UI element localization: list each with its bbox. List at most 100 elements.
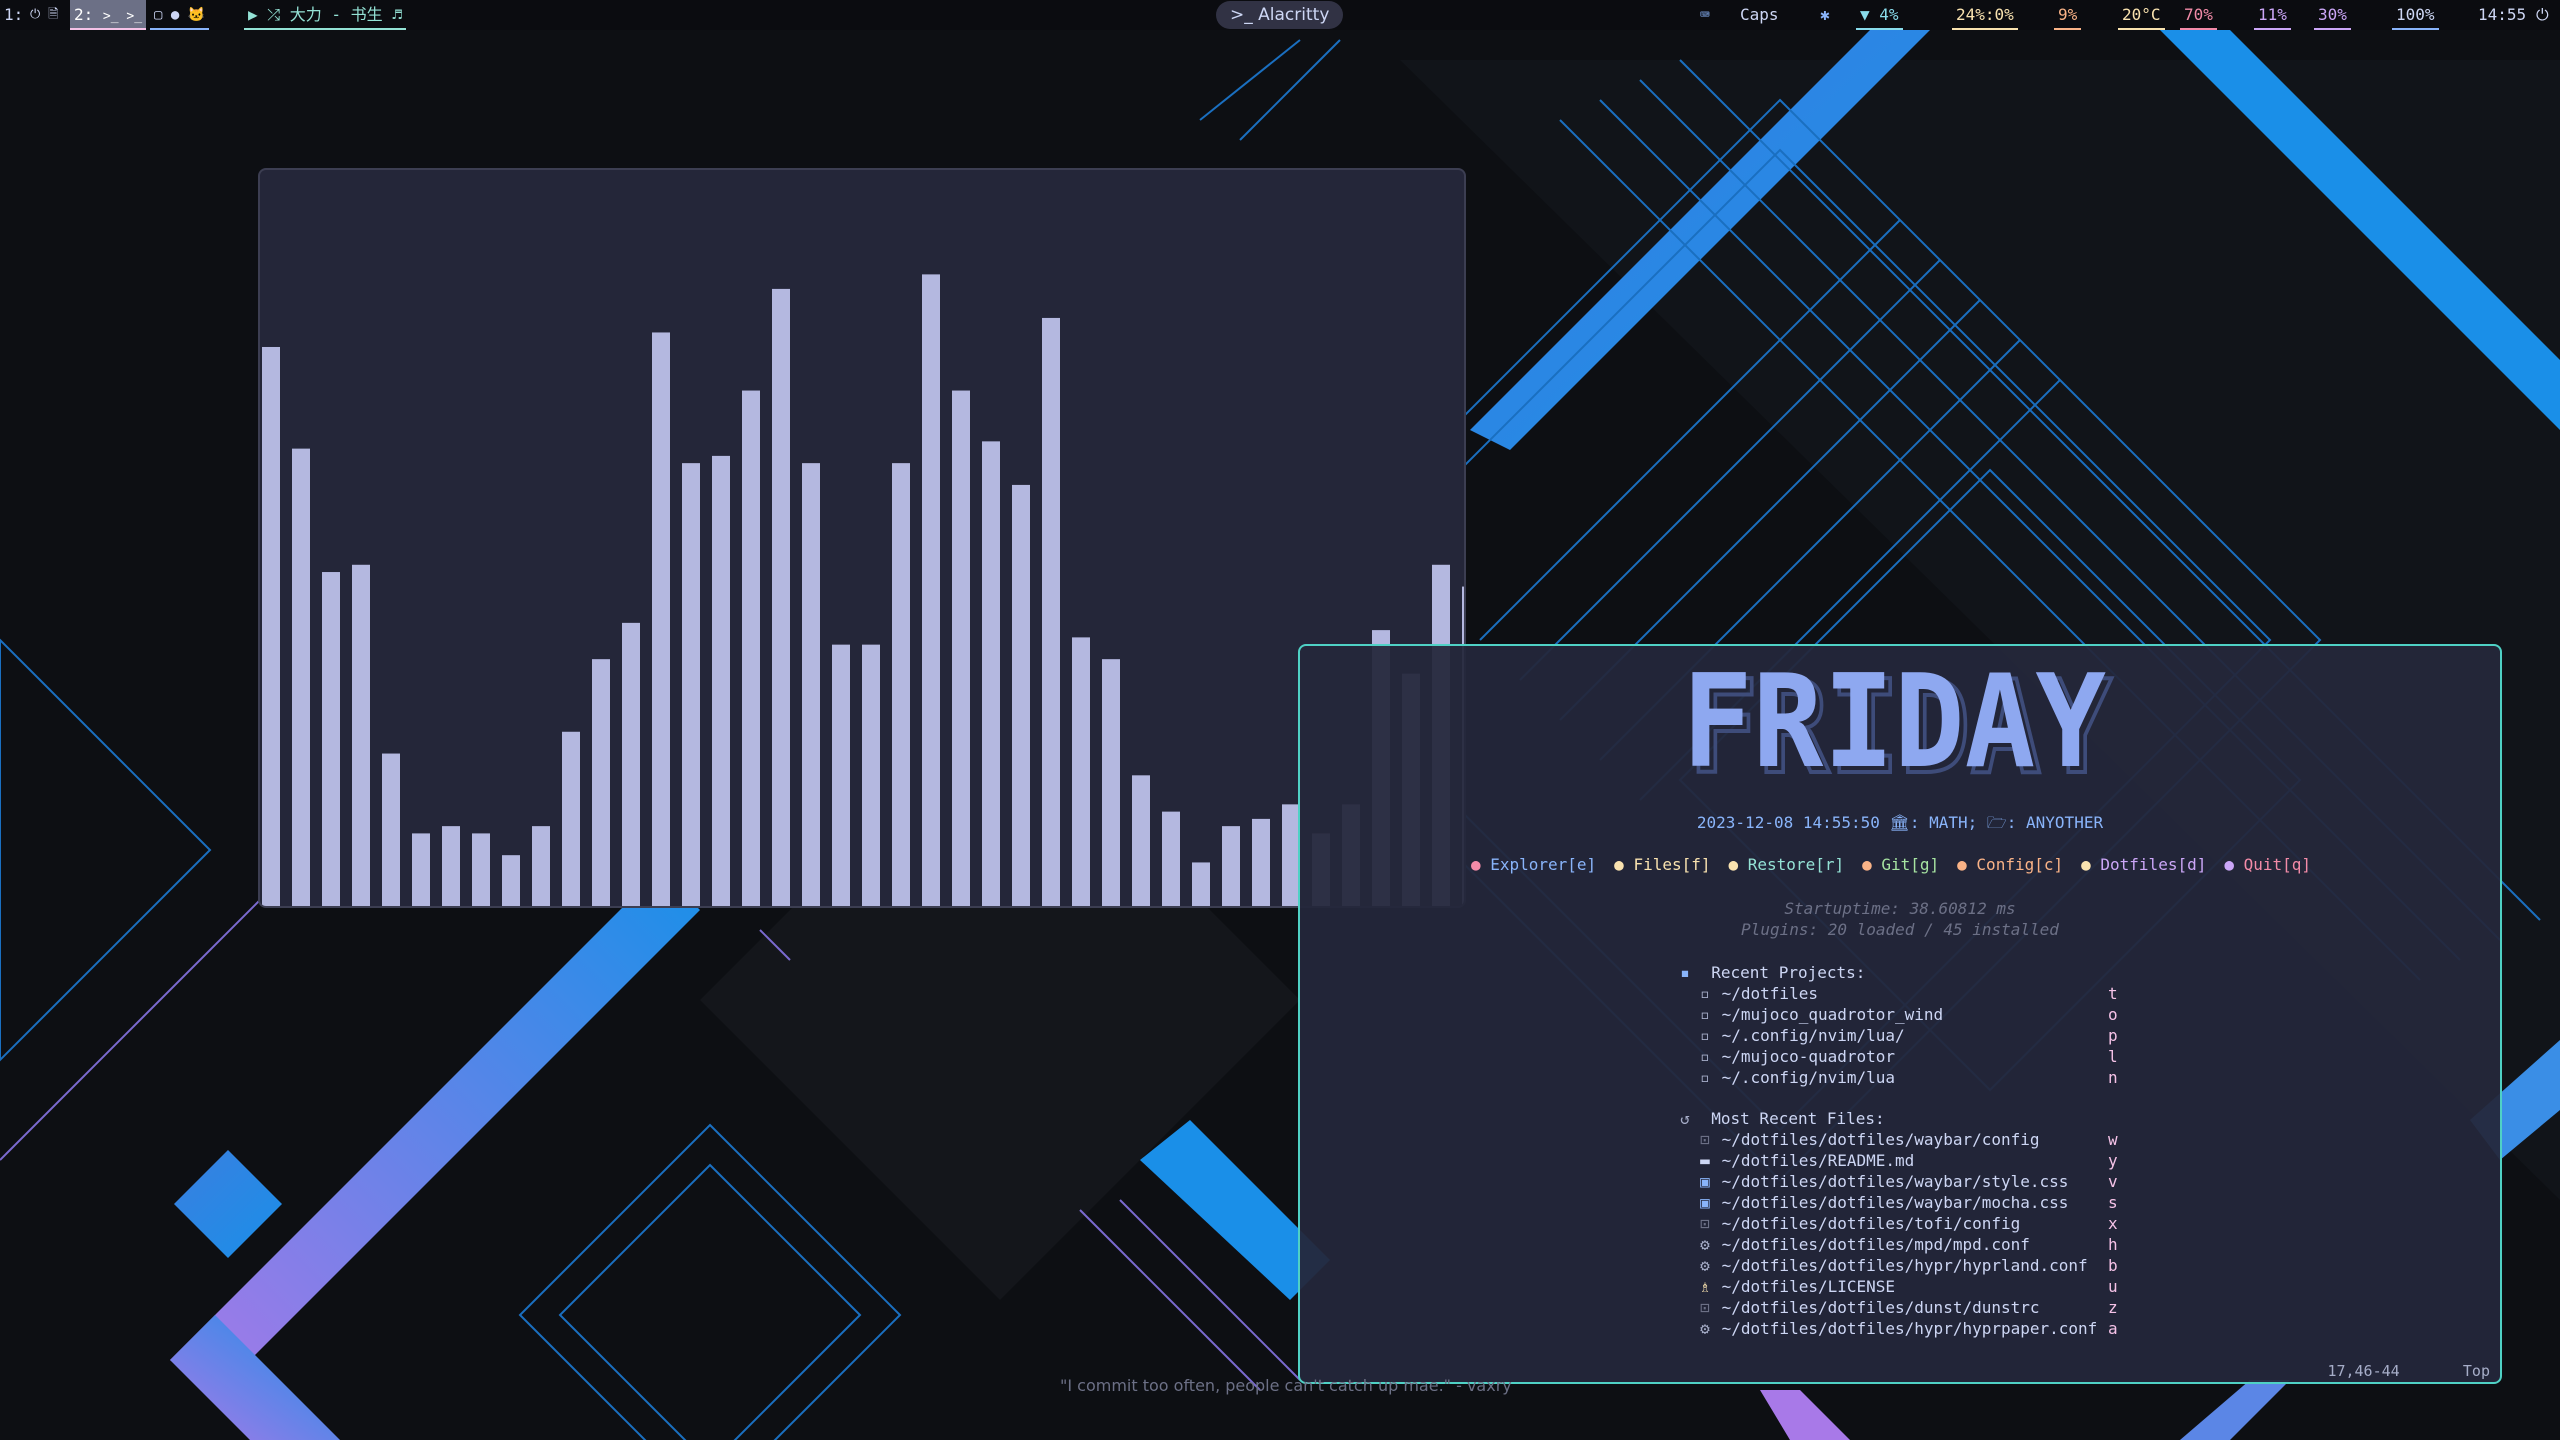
- emoji-icon: ●: [1728, 855, 1748, 874]
- terminal-icon: >_: [1230, 5, 1259, 25]
- caps-indicator: Caps: [1740, 5, 1779, 24]
- file-icon: ♗: [1700, 1277, 1710, 1296]
- visualizer-bar: [532, 826, 550, 906]
- recent-file-item[interactable]: ⚙ ~/dotfiles/dotfiles/hypr/hyprland.conf…: [1698, 1255, 2118, 1277]
- shortcut-key: w: [2108, 1130, 2118, 1149]
- dashboard-button-git[interactable]: ● Git[g]: [1862, 855, 1939, 874]
- top-status-bar: 1: ⏻ 🗎 2: >_ >_ ▢ ● 🐱 ▶ ⤮ 大力 - 书生 ♬ >_ A…: [0, 0, 2560, 30]
- audio-visualizer-window[interactable]: [258, 168, 1466, 908]
- visualizer-bar: [922, 274, 940, 906]
- friday-ascii-logo: FRIDAY FRIDAY: [1682, 660, 2114, 786]
- path-label: ~/dotfiles/dotfiles/hypr/hyprpaper.conf: [1712, 1319, 2098, 1338]
- dashboard-button-label: Config[c]: [1976, 855, 2064, 874]
- shortcut-key: s: [2108, 1193, 2118, 1212]
- battery-status: 70%: [2180, 0, 2217, 30]
- wifi-status[interactable]: ▼ 4%: [1856, 0, 1903, 30]
- recent-file-item[interactable]: ⊡ ~/dotfiles/dotfiles/tofi/config x: [1698, 1213, 2118, 1235]
- dashboard-button-restore[interactable]: ● Restore[r]: [1729, 855, 1845, 874]
- visualizer-bar: [352, 564, 370, 906]
- recent-file-item[interactable]: ⚙ ~/dotfiles/dotfiles/hypr/hyprpaper.con…: [1698, 1318, 2118, 1340]
- path-label: ~/dotfiles/dotfiles/waybar/mocha.css: [1712, 1193, 2069, 1212]
- path-label: ~/dotfiles/dotfiles/dunst/dunstrc: [1712, 1298, 2040, 1317]
- recent-file-item[interactable]: ▣ ~/dotfiles/dotfiles/waybar/style.css v: [1698, 1171, 2118, 1193]
- shortcut-key: x: [2108, 1214, 2118, 1233]
- file-icon: ▬: [1700, 1151, 1710, 1170]
- recent-project-item[interactable]: ▫ ~/dotfiles t: [1698, 983, 2118, 1005]
- visualizer-bar: [1132, 775, 1150, 906]
- file-icon: ▫: [1700, 1068, 1710, 1087]
- active-window-title: >_ Alacritty: [1216, 1, 1344, 29]
- visualizer-bar: [862, 644, 880, 906]
- visualizer-bar: [292, 448, 310, 906]
- dashboard-button-dotfiles[interactable]: ● Dotfiles[d]: [2081, 855, 2206, 874]
- path-label: ~/dotfiles: [1712, 984, 1818, 1003]
- cpu-usage: 24%:0%: [1952, 0, 2018, 30]
- file-icon: ▣: [1700, 1172, 1710, 1191]
- file-icon: ▫: [1700, 984, 1710, 1003]
- visualizer-bar: [322, 572, 340, 906]
- brightness-level[interactable]: 100%: [2392, 0, 2439, 30]
- mic-level[interactable]: 30%: [2314, 0, 2351, 30]
- dashboard-button-files[interactable]: ● Files[f]: [1614, 855, 1710, 874]
- visualizer-bar: [772, 288, 790, 906]
- shortcut-key: n: [2108, 1068, 2118, 1087]
- file-icon: ▣: [1700, 1193, 1710, 1212]
- recent-project-item[interactable]: ▫ ~/.config/nvim/lua/p: [1698, 1025, 2118, 1047]
- emoji-icon: ●: [1862, 855, 1882, 874]
- recent-file-item[interactable]: ⊡ ~/dotfiles/dotfiles/waybar/config w: [1698, 1129, 2118, 1151]
- visualizer-bar: [1102, 659, 1120, 906]
- workspace-1[interactable]: 1:: [4, 0, 23, 28]
- file-icon: ▫: [1700, 1005, 1710, 1024]
- wallpaper-quote: "I commit too often, people can't catch …: [1060, 1376, 1512, 1395]
- visualizer-bar: [1012, 484, 1030, 906]
- recent-file-item[interactable]: ▣ ~/dotfiles/dotfiles/waybar/mocha.css s: [1698, 1192, 2118, 1214]
- visualizer-bar: [832, 644, 850, 906]
- shortcut-key: z: [2108, 1298, 2118, 1317]
- visualizer-bar: [442, 826, 460, 906]
- history-icon: ↺: [1680, 1109, 1690, 1128]
- shortcut-key: y: [2108, 1151, 2118, 1170]
- nvim-dashboard-window[interactable]: FRIDAY FRIDAY 2023-12-08 14:55:50 🏛: MAT…: [1298, 644, 2502, 1384]
- dashboard-button-quit[interactable]: ● Quit[q]: [2224, 855, 2311, 874]
- visualizer-bar: [592, 659, 610, 906]
- visualizer-bar: [1162, 811, 1180, 906]
- startuptime: Startuptime: 38.60812 ms: [1784, 899, 2016, 918]
- visualizer-bar: [712, 455, 730, 906]
- media-player[interactable]: ▶ ⤮ 大力 - 书生 ♬: [244, 0, 406, 30]
- dashboard-button-label: Files[f]: [1633, 855, 1711, 874]
- power-icon[interactable]: ⏻: [2536, 0, 2549, 28]
- recent-project-item[interactable]: ▫ ~/mujoco-quadrotor l: [1698, 1046, 2118, 1068]
- shortcut-key: l: [2108, 1047, 2118, 1066]
- recent-file-item[interactable]: ▬ ~/dotfiles/README.md y: [1698, 1150, 2118, 1172]
- recent-file-item[interactable]: ⊡ ~/dotfiles/dotfiles/dunst/dunstrc z: [1698, 1297, 2118, 1319]
- shortcut-key: v: [2108, 1172, 2118, 1191]
- dashboard-button-label: Quit[q]: [2243, 855, 2312, 874]
- volume-level[interactable]: 11%: [2254, 0, 2291, 30]
- recent-project-item[interactable]: ▫ ~/mujoco_quadrotor_wind o: [1698, 1004, 2118, 1026]
- svg-text:FRIDAY: FRIDAY: [1682, 660, 2106, 786]
- shortcut-key: p: [2108, 1026, 2118, 1045]
- tray-icons[interactable]: ▢ ● 🐱: [150, 0, 210, 30]
- dashboard-button-explorer[interactable]: ● Explorer[e]: [1471, 855, 1596, 874]
- shortcut-key: u: [2108, 1277, 2118, 1296]
- dashboard-button-config[interactable]: ● Config[c]: [1957, 855, 2063, 874]
- visualizer-bar: [1222, 826, 1240, 906]
- shortcut-key: b: [2108, 1256, 2118, 1275]
- recent-project-item[interactable]: ▫ ~/.config/nvim/lua n: [1698, 1067, 2118, 1089]
- emoji-icon: ●: [1614, 855, 1634, 874]
- dashboard-button-label: Explorer[e]: [1490, 855, 1597, 874]
- path-label: ~/mujoco-quadrotor: [1712, 1047, 1896, 1066]
- workspace-2[interactable]: 2: >_ >_: [70, 0, 147, 30]
- bluetooth-icon[interactable]: ✱: [1820, 0, 1830, 28]
- path-label: ~/dotfiles/dotfiles/waybar/style.css: [1712, 1172, 2069, 1191]
- visualizer-bar: [952, 390, 970, 906]
- emoji-icon: ●: [1470, 855, 1491, 874]
- visualizer-bar: [652, 332, 670, 906]
- file-icon: ⊡: [1700, 1214, 1710, 1233]
- workspace-1-icons: ⏻ 🗎: [30, 7, 59, 22]
- path-label: ~/dotfiles/dotfiles/tofi/config: [1712, 1214, 2021, 1233]
- file-icon: ⚙: [1700, 1235, 1710, 1254]
- path-label: ~/.config/nvim/lua: [1712, 1068, 1896, 1087]
- recent-file-item[interactable]: ⚙ ~/dotfiles/dotfiles/mpd/mpd.conf h: [1698, 1234, 2118, 1256]
- recent-file-item[interactable]: ♗ ~/dotfiles/LICENSE u: [1698, 1276, 2118, 1298]
